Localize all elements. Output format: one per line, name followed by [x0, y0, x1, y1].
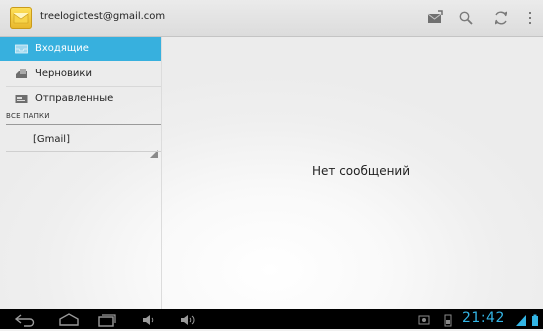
folder-sidebar: Входящие Черновики Отправленные ВСЕ ПАПК… — [0, 37, 162, 309]
empty-list-message: Нет сообщений — [312, 164, 411, 178]
volume-up-icon[interactable] — [180, 312, 198, 331]
drafts-icon — [15, 68, 28, 80]
sidebar-item-sent[interactable]: Отправленные — [0, 87, 161, 111]
account-avatar-icon[interactable] — [10, 7, 32, 29]
sidebar-item-label: Черновики — [35, 68, 92, 79]
section-divider — [6, 124, 161, 125]
divider — [6, 151, 161, 152]
home-icon[interactable] — [58, 312, 80, 331]
app-window: treelogictest@gmail.com Входящие Чернови… — [0, 0, 543, 329]
account-email[interactable]: treelogictest@gmail.com — [40, 11, 165, 22]
status-clock: 21:42 — [462, 310, 505, 326]
pane-divider — [161, 37, 162, 309]
screenshot-icon — [418, 312, 430, 331]
recent-apps-icon[interactable] — [97, 312, 117, 331]
refresh-icon[interactable] — [493, 10, 509, 26]
sidebar-item-drafts[interactable]: Черновики — [0, 62, 161, 86]
overflow-menu-icon[interactable] — [527, 10, 533, 26]
battery-icon — [531, 312, 539, 331]
sd-card-icon — [444, 312, 452, 331]
inbox-icon — [15, 43, 28, 55]
back-icon[interactable] — [14, 312, 36, 331]
sidebar-item-inbox[interactable]: Входящие — [0, 37, 161, 61]
volume-down-icon[interactable] — [142, 312, 156, 331]
search-icon[interactable] — [458, 10, 474, 26]
expand-corner-icon[interactable] — [150, 143, 158, 162]
sidebar-item-label: Входящие — [35, 43, 89, 54]
compose-icon[interactable] — [427, 10, 443, 26]
signal-icon — [515, 312, 527, 331]
sidebar-item-label: Отправленные — [35, 93, 114, 104]
system-navigation-bar: 21:42 — [0, 309, 543, 329]
folder-item-gmail[interactable]: [Gmail] — [33, 134, 70, 145]
sent-icon — [15, 93, 28, 105]
all-folders-header: ВСЕ ПАПКИ — [6, 112, 50, 120]
action-bar: treelogictest@gmail.com — [0, 0, 543, 37]
